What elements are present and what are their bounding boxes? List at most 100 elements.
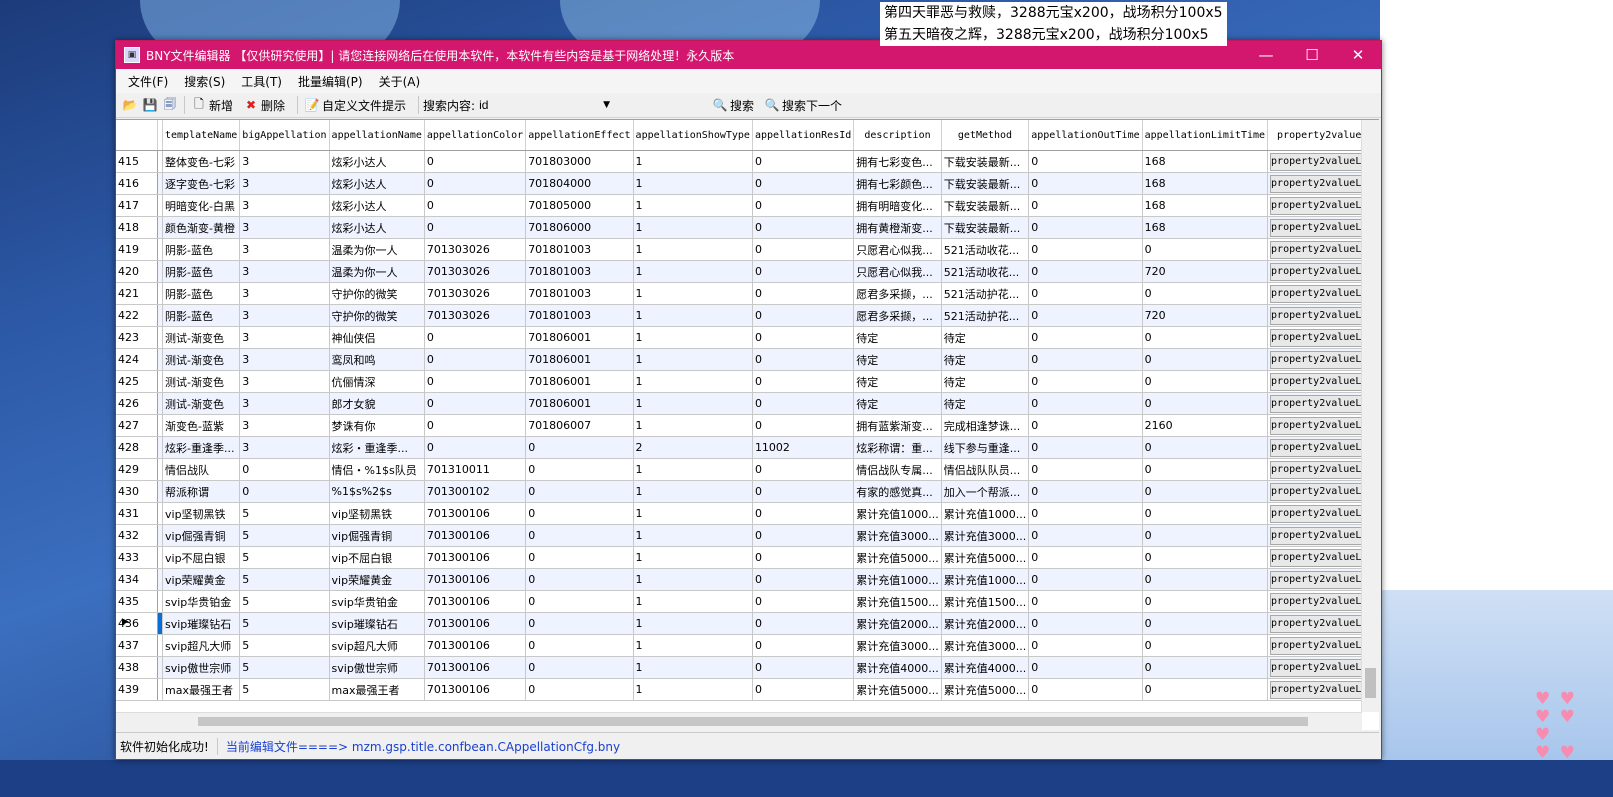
grid-cell[interactable]: 0 <box>424 326 527 349</box>
grid-cell[interactable]: 0 <box>1028 172 1143 195</box>
grid-cell[interactable]: 3 <box>239 348 330 371</box>
chevron-down-icon[interactable]: ▼ <box>603 100 610 110</box>
table-row[interactable]: 416 逐字变色-七彩 3 炫彩小达人 0 701804000 1 0 拥有七彩颜色... 下载安… <box>116 172 1379 195</box>
row-header[interactable]: 423 <box>116 326 158 349</box>
grid-cell[interactable]: 情侣战队 <box>162 458 241 481</box>
grid-cell[interactable]: 0 <box>1028 414 1143 437</box>
grid-cell[interactable]: 701805000 <box>525 194 634 217</box>
grid-cell[interactable]: 1 <box>633 238 753 261</box>
grid-cell[interactable]: 待定 <box>941 392 1030 415</box>
grid-cell[interactable]: vip荣耀黄金 <box>162 568 241 591</box>
column-header[interactable]: appellationShowType <box>633 120 753 151</box>
table-row[interactable]: 431 vip坚韧黑铁 5 vip坚韧黑铁 701300106 0 1 0 累计充值1000..… <box>116 502 1379 525</box>
grid-cell[interactable]: 守护你的微笑 <box>329 304 425 327</box>
grid-cell[interactable]: 0 <box>1142 238 1269 261</box>
row-header[interactable]: 439 <box>116 678 158 701</box>
grid-cell[interactable]: 待定 <box>853 326 942 349</box>
grid-cell[interactable]: 有家的感觉真... <box>853 480 942 503</box>
grid-cell[interactable]: 完成相逢梦诛... <box>941 414 1030 437</box>
column-header[interactable]: appellationResId <box>752 120 855 151</box>
vertical-scroll-thumb[interactable] <box>1365 668 1376 698</box>
grid-cell[interactable]: 愿君多采撷，... <box>853 304 942 327</box>
grid-cell[interactable]: 0 <box>424 436 527 459</box>
grid-cell[interactable]: 神仙侠侣 <box>329 326 425 349</box>
table-row[interactable]: 437 svip超凡大师 5 svip超凡大师 701300106 0 1 0 累计充值3000… <box>116 634 1379 657</box>
grid-cell[interactable]: 0 <box>1142 634 1269 657</box>
grid-cell[interactable]: 累计充值1500... <box>853 590 942 613</box>
grid-cell[interactable]: 1 <box>633 348 753 371</box>
grid-cell[interactable]: 701801003 <box>525 260 634 283</box>
grid-cell[interactable]: 0 <box>752 634 855 657</box>
data-grid[interactable]: templateName bigAppellation appellationNam… <box>116 119 1379 730</box>
grid-cell[interactable]: 3 <box>239 150 330 173</box>
grid-cell[interactable]: 701806001 <box>525 370 634 393</box>
grid-cell[interactable]: 下载安装最新... <box>941 172 1030 195</box>
grid-cell[interactable]: 0 <box>752 238 855 261</box>
vertical-scrollbar[interactable] <box>1361 120 1379 712</box>
grid-cell[interactable]: 鸾凤和鸣 <box>329 348 425 371</box>
grid-cell[interactable]: svip璀璨钻石 <box>162 612 241 635</box>
table-row[interactable]: 438 svip傲世宗师 5 svip傲世宗师 701300106 0 1 0 累计充值4000… <box>116 656 1379 679</box>
grid-cell[interactable]: 5 <box>239 502 330 525</box>
save-all-icon[interactable]: 🗐 <box>162 97 178 113</box>
grid-cell[interactable]: 1 <box>633 568 753 591</box>
row-header[interactable]: ▶ 436 <box>116 612 158 635</box>
grid-cell[interactable]: 0 <box>424 370 527 393</box>
grid-cell[interactable]: 701300106 <box>424 678 527 701</box>
grid-cell[interactable]: 待定 <box>941 326 1030 349</box>
grid-cell[interactable]: svip超凡大师 <box>329 634 425 657</box>
grid-cell[interactable]: 待定 <box>853 348 942 371</box>
grid-cell[interactable]: 5 <box>239 524 330 547</box>
row-header[interactable]: 425 <box>116 370 158 393</box>
table-row[interactable]: 429 情侣战队 0 情侣・%1$s队员 701310011 0 1 0 情侣战队专属... 情侣… <box>116 458 1379 481</box>
grid-cell[interactable]: 701806001 <box>525 326 634 349</box>
grid-cell[interactable]: 梦诛有你 <box>329 414 425 437</box>
row-header[interactable]: 433 <box>116 546 158 569</box>
grid-cell[interactable]: 累计充值1000... <box>853 502 942 525</box>
grid-cell[interactable]: vip倔强青铜 <box>162 524 241 547</box>
grid-cell[interactable]: 1 <box>633 194 753 217</box>
grid-cell[interactable]: 累计充值4000... <box>941 656 1030 679</box>
menu-file[interactable]: 文件(F) <box>120 73 176 90</box>
grid-cell[interactable]: 0 <box>239 458 330 481</box>
row-header[interactable]: 421 <box>116 282 158 305</box>
save-icon[interactable]: 💾 <box>142 97 158 113</box>
grid-cell[interactable]: 0 <box>752 172 855 195</box>
grid-cell[interactable]: 3 <box>239 436 330 459</box>
grid-cell[interactable]: 温柔为你一人 <box>329 260 425 283</box>
grid-cell[interactable]: 待定 <box>941 348 1030 371</box>
table-row[interactable]: 434 vip荣耀黄金 5 vip荣耀黄金 701300106 0 1 0 累计充值1000..… <box>116 568 1379 591</box>
row-header[interactable]: 422 <box>116 304 158 327</box>
open-folder-icon[interactable]: 📂 <box>122 97 138 113</box>
grid-cell[interactable]: 5 <box>239 678 330 701</box>
row-header[interactable]: 429 <box>116 458 158 481</box>
grid-cell[interactable]: 炫彩小达人 <box>329 216 425 239</box>
grid-cell[interactable]: 0 <box>424 172 527 195</box>
grid-cell[interactable]: 累计充值5000... <box>853 546 942 569</box>
grid-cell[interactable]: 0 <box>752 348 855 371</box>
grid-cell[interactable]: 3 <box>239 370 330 393</box>
grid-cell[interactable]: svip华贵铂金 <box>162 590 241 613</box>
grid-cell[interactable]: 3 <box>239 326 330 349</box>
grid-cell[interactable]: 0 <box>525 568 634 591</box>
grid-cell[interactable]: 1 <box>633 590 753 613</box>
grid-cell[interactable]: 0 <box>752 282 855 305</box>
grid-cell[interactable]: 测试-渐变色 <box>162 348 241 371</box>
grid-cell[interactable]: 0 <box>752 414 855 437</box>
search-next-button[interactable]: 🔍 搜索下一个 <box>762 97 843 114</box>
grid-cell[interactable]: 701300106 <box>424 612 527 635</box>
grid-cell[interactable]: 累计充值2000... <box>941 612 1030 635</box>
grid-cell[interactable]: 0 <box>1142 458 1269 481</box>
grid-cell[interactable]: vip坚韧黑铁 <box>162 502 241 525</box>
grid-cell[interactable]: 1 <box>633 414 753 437</box>
grid-cell[interactable]: 3 <box>239 414 330 437</box>
grid-cell[interactable]: 累计充值3000... <box>853 634 942 657</box>
grid-cell[interactable]: 0 <box>752 568 855 591</box>
grid-cell[interactable]: 1 <box>633 172 753 195</box>
grid-cell[interactable]: 701300102 <box>424 480 527 503</box>
column-header[interactable]: getMethod <box>941 120 1030 151</box>
grid-cell[interactable]: 下载安装最新... <box>941 216 1030 239</box>
search-button[interactable]: 🔍 搜索 <box>710 97 755 114</box>
grid-cell[interactable]: 168 <box>1142 150 1269 173</box>
grid-cell[interactable]: 0 <box>752 150 855 173</box>
